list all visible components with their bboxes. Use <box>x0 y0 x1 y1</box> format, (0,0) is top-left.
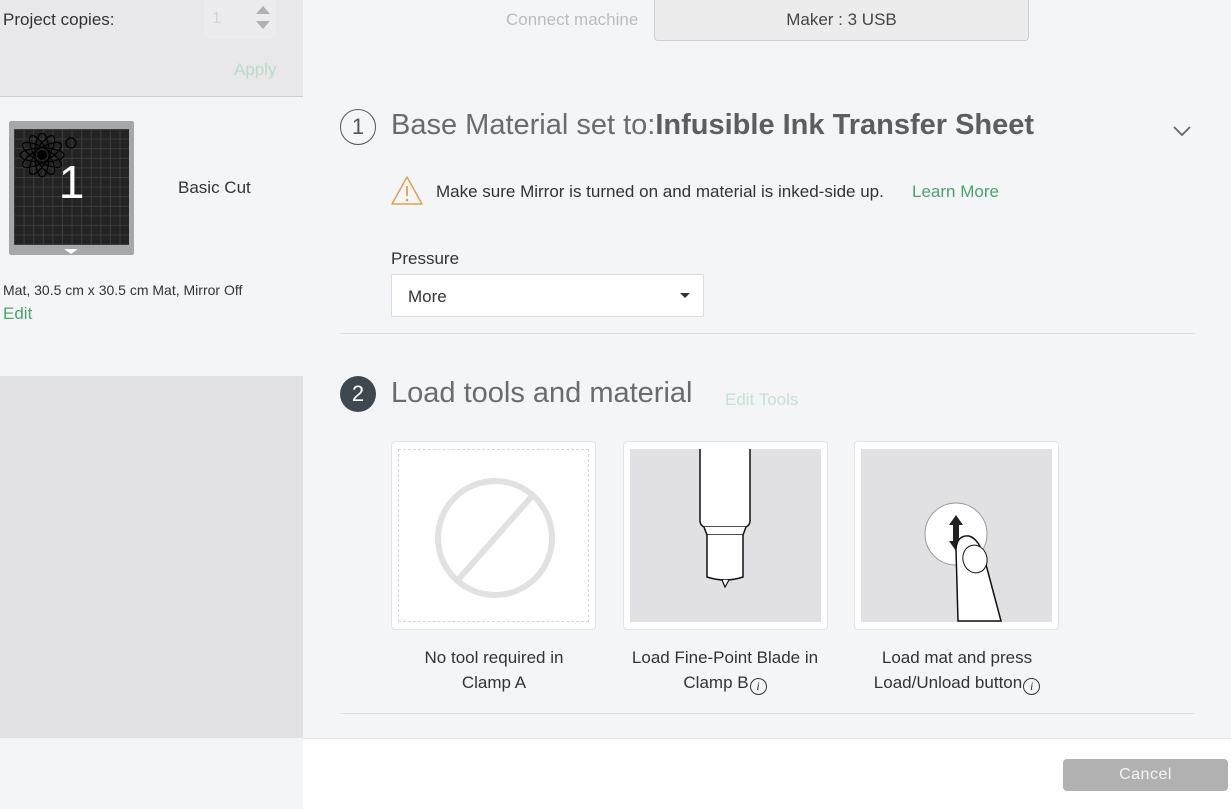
load-tools-title: Load tools and material <box>391 377 693 409</box>
sidebar: Project copies: 1 Apply 1 Basic Cut Mat,… <box>0 0 303 808</box>
step-1-badge: 1 <box>340 109 376 145</box>
tool-caption-clamp-b: Load Fine-Point Blade in Clamp Bi <box>610 645 840 695</box>
caption-line: Load/Unload button <box>873 673 1023 692</box>
step-2-badge: 2 <box>340 376 376 412</box>
tool-caption-load-mat: Load mat and press Load/Unload button i <box>842 645 1072 695</box>
pressure-selected-value: More <box>408 287 447 306</box>
project-copies-panel: Project copies: 1 Apply <box>0 0 303 97</box>
caption-line: Load Fine-Point Blade in <box>631 648 819 667</box>
mat-thumbnail[interactable]: 1 <box>9 121 134 255</box>
section-divider <box>340 333 1195 334</box>
load-unload-button-icon <box>924 502 1002 622</box>
stepper-buttons <box>248 0 276 39</box>
tool-caption-clamp-a: No tool required in Clamp A <box>379 645 609 695</box>
info-icon[interactable]: i <box>1023 678 1041 695</box>
fine-point-blade-icon <box>699 449 751 589</box>
base-material-value: Infusible Ink Transfer Sheet <box>655 109 1035 141</box>
machine-select-button[interactable]: Maker : 3 USB <box>654 0 1029 41</box>
caret-down-icon <box>680 293 690 298</box>
pressure-dropdown[interactable]: More <box>391 274 704 317</box>
tool-card-clamp-a <box>391 441 596 630</box>
tool-image <box>398 449 589 622</box>
project-copies-value[interactable]: 1 <box>212 10 221 28</box>
tool-image <box>630 449 821 622</box>
mat-number: 1 <box>58 156 85 208</box>
tool-image <box>861 449 1052 622</box>
cancel-button[interactable]: Cancel <box>1063 759 1228 791</box>
apply-button[interactable]: Apply <box>234 60 277 80</box>
caption-line: Clamp B <box>683 673 749 692</box>
project-copies-label: Project copies: <box>3 10 115 29</box>
mat-edit-link[interactable]: Edit <box>3 304 32 324</box>
chevron-down-icon[interactable] <box>1171 120 1193 142</box>
info-icon[interactable]: i <box>749 678 767 695</box>
caption-line: Load mat and press <box>881 648 1033 667</box>
increment-arrow-icon[interactable] <box>256 6 270 14</box>
mat-description: Mat, 30.5 cm x 30.5 cm Mat, Mirror Off <box>3 282 243 298</box>
sidebar-empty-area <box>0 376 303 738</box>
caption-line: Clamp A <box>461 673 527 692</box>
caption-line: No tool required in <box>424 648 564 667</box>
footer-bar: Cancel <box>303 738 1231 809</box>
mirror-warning-text: Make sure Mirror is turned on and materi… <box>436 182 884 201</box>
mat-cut-type: Basic Cut <box>178 178 251 197</box>
mat-load-arrow-icon <box>64 249 78 254</box>
no-tool-icon <box>435 478 555 598</box>
project-copies-stepper[interactable]: 1 <box>204 0 276 39</box>
base-material-prefix: Base Material set to: <box>391 109 656 141</box>
learn-more-link[interactable]: Learn More <box>912 182 999 202</box>
mat-grid: 1 <box>14 129 129 245</box>
tool-card-load-mat <box>854 441 1059 630</box>
connect-machine-label: Connect machine <box>506 10 639 29</box>
pressure-label: Pressure <box>391 249 460 268</box>
main-panel: Connect machine Maker : 3 USB 1 Base Mat… <box>303 0 1231 738</box>
tool-card-clamp-b <box>623 441 828 630</box>
warning-icon <box>391 176 423 205</box>
edit-tools-link[interactable]: Edit Tools <box>725 390 798 410</box>
base-material-title: Base Material set to:Infusible Ink Trans… <box>391 109 1034 142</box>
section-divider <box>340 713 1195 714</box>
decrement-arrow-icon[interactable] <box>256 21 270 29</box>
